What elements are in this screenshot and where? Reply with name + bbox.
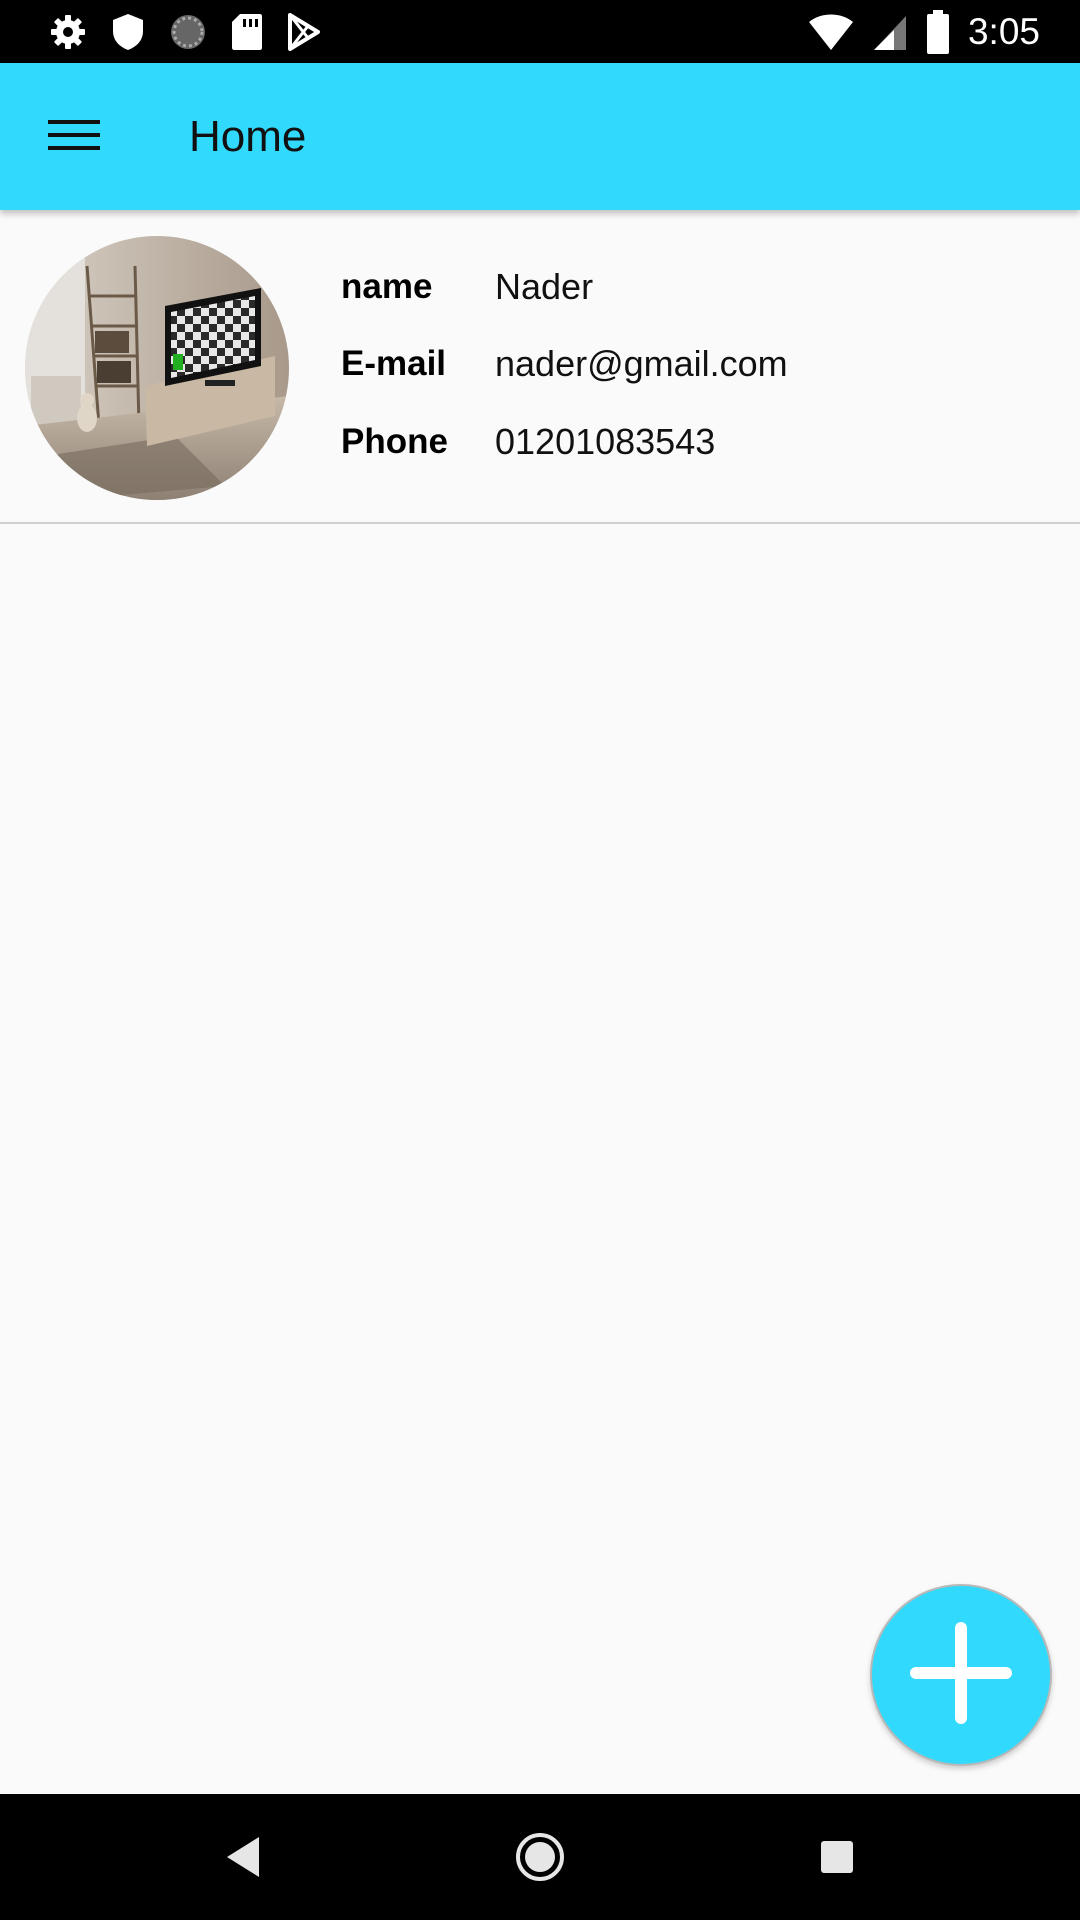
email-label: E-mail bbox=[341, 344, 447, 383]
home-button[interactable] bbox=[505, 1824, 575, 1894]
play-store-icon bbox=[286, 12, 322, 52]
hamburger-menu-icon bbox=[48, 115, 100, 160]
email-value: nader@gmail.com bbox=[495, 343, 788, 384]
app-bar: Home bbox=[0, 63, 1080, 210]
name-label: name bbox=[341, 267, 433, 306]
info-row-name: name Nader bbox=[341, 257, 593, 317]
info-row-phone: Phone 01201083543 bbox=[341, 412, 715, 472]
gear-icon bbox=[48, 12, 88, 52]
add-button[interactable] bbox=[870, 1584, 1052, 1766]
recents-square-icon bbox=[819, 1839, 855, 1880]
back-triangle-icon bbox=[223, 1835, 263, 1884]
name-value: Nader bbox=[495, 266, 594, 307]
info-row-email: E-mail nader@gmail.com bbox=[341, 334, 788, 394]
page-title: Home bbox=[189, 112, 307, 161]
recents-button[interactable] bbox=[802, 1824, 872, 1894]
status-time: 3:05 bbox=[967, 10, 1040, 52]
shield-icon bbox=[110, 12, 146, 52]
system-nav-bar bbox=[0, 1794, 1080, 1920]
sd-card-icon bbox=[230, 12, 264, 52]
phone-label: Phone bbox=[341, 422, 448, 461]
sync-circle-icon bbox=[168, 12, 208, 52]
battery-icon bbox=[926, 9, 950, 54]
room-photo-avatar bbox=[25, 236, 289, 500]
wifi-icon bbox=[808, 12, 854, 52]
status-bar: 3:05 bbox=[0, 0, 1080, 63]
back-button[interactable] bbox=[208, 1824, 278, 1894]
profile-card: name Nader E-mail nader@gmail.com Phone … bbox=[0, 210, 1080, 524]
status-left-icons bbox=[48, 0, 322, 63]
home-circle-icon bbox=[514, 1831, 566, 1888]
plus-icon bbox=[906, 1618, 1016, 1733]
avatar[interactable] bbox=[25, 236, 289, 500]
signal-icon bbox=[872, 12, 908, 52]
status-right-icons: 3:05 bbox=[808, 0, 1040, 63]
menu-button[interactable] bbox=[30, 97, 118, 177]
phone-value: 01201083543 bbox=[495, 421, 716, 462]
